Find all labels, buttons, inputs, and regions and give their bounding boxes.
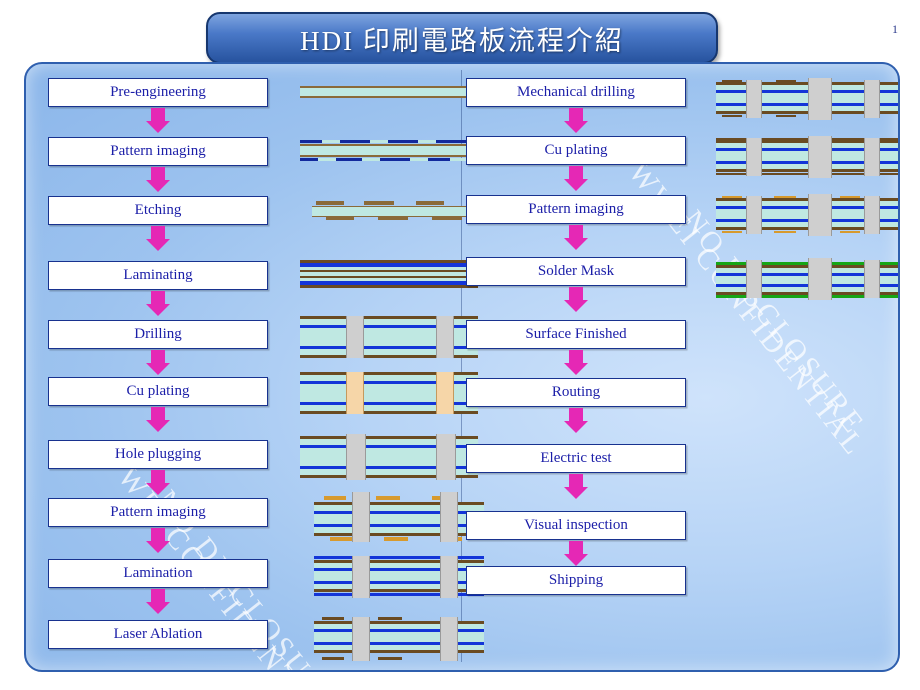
step-shipping[interactable]: Shipping bbox=[466, 566, 686, 595]
step-laminating[interactable]: Laminating bbox=[48, 261, 268, 290]
step-routing[interactable]: Routing bbox=[466, 378, 686, 407]
diagram-imaged-outer-layer bbox=[314, 492, 484, 542]
step-cu-plating-left[interactable]: Cu plating bbox=[48, 377, 268, 406]
diagram-core-laminate bbox=[300, 86, 478, 100]
page-title: HDI 印刷電路板流程介紹 bbox=[300, 25, 624, 56]
step-drilling[interactable]: Drilling bbox=[48, 320, 268, 349]
diagram-through-hole-plating bbox=[716, 136, 898, 180]
diagram-outer-lamination bbox=[314, 556, 484, 602]
step-solder-mask[interactable]: Solder Mask bbox=[466, 257, 686, 286]
diagram-laser-vias bbox=[314, 617, 484, 665]
step-visual-inspection[interactable]: Visual inspection bbox=[466, 511, 686, 540]
step-pre-engineering[interactable]: Pre-engineering bbox=[48, 78, 268, 107]
step-electric-test[interactable]: Electric test bbox=[466, 444, 686, 473]
diagram-drilled-holes bbox=[300, 316, 478, 360]
watermark-text: NO DISCLOSURE bbox=[675, 204, 872, 441]
diagram-etched-pattern bbox=[312, 200, 472, 222]
step-pattern-imaging-2[interactable]: Pattern imaging bbox=[48, 498, 268, 527]
step-mechanical-drilling[interactable]: Mechanical drilling bbox=[466, 78, 686, 107]
diagram-solder-mask-green bbox=[716, 258, 898, 302]
step-lamination[interactable]: Lamination bbox=[48, 559, 268, 588]
step-pattern-imaging-right[interactable]: Pattern imaging bbox=[466, 195, 686, 224]
slide-title-banner: HDI 印刷電路板流程介紹 bbox=[206, 12, 718, 64]
diagram-outer-pattern bbox=[716, 194, 898, 238]
diagram-plugged-holes bbox=[300, 434, 478, 480]
step-etching[interactable]: Etching bbox=[48, 196, 268, 225]
diagram-prepreg-lamination bbox=[300, 260, 478, 288]
step-laser-ablation[interactable]: Laser Ablation bbox=[48, 620, 268, 649]
page-number: 1 bbox=[892, 22, 898, 36]
step-hole-plugging[interactable]: Hole plugging bbox=[48, 440, 268, 469]
step-pattern-imaging-1[interactable]: Pattern imaging bbox=[48, 137, 268, 166]
flowchart-panel: WWEI CONFIDENTIAL NO DISCLOSURE WWEI CON… bbox=[24, 62, 900, 672]
step-cu-plating-right[interactable]: Cu plating bbox=[466, 136, 686, 165]
diagram-core-with-resist bbox=[300, 140, 478, 164]
diagram-mechanical-drilled bbox=[716, 78, 898, 122]
step-surface-finished[interactable]: Surface Finished bbox=[466, 320, 686, 349]
diagram-copper-plated-holes bbox=[300, 372, 478, 416]
